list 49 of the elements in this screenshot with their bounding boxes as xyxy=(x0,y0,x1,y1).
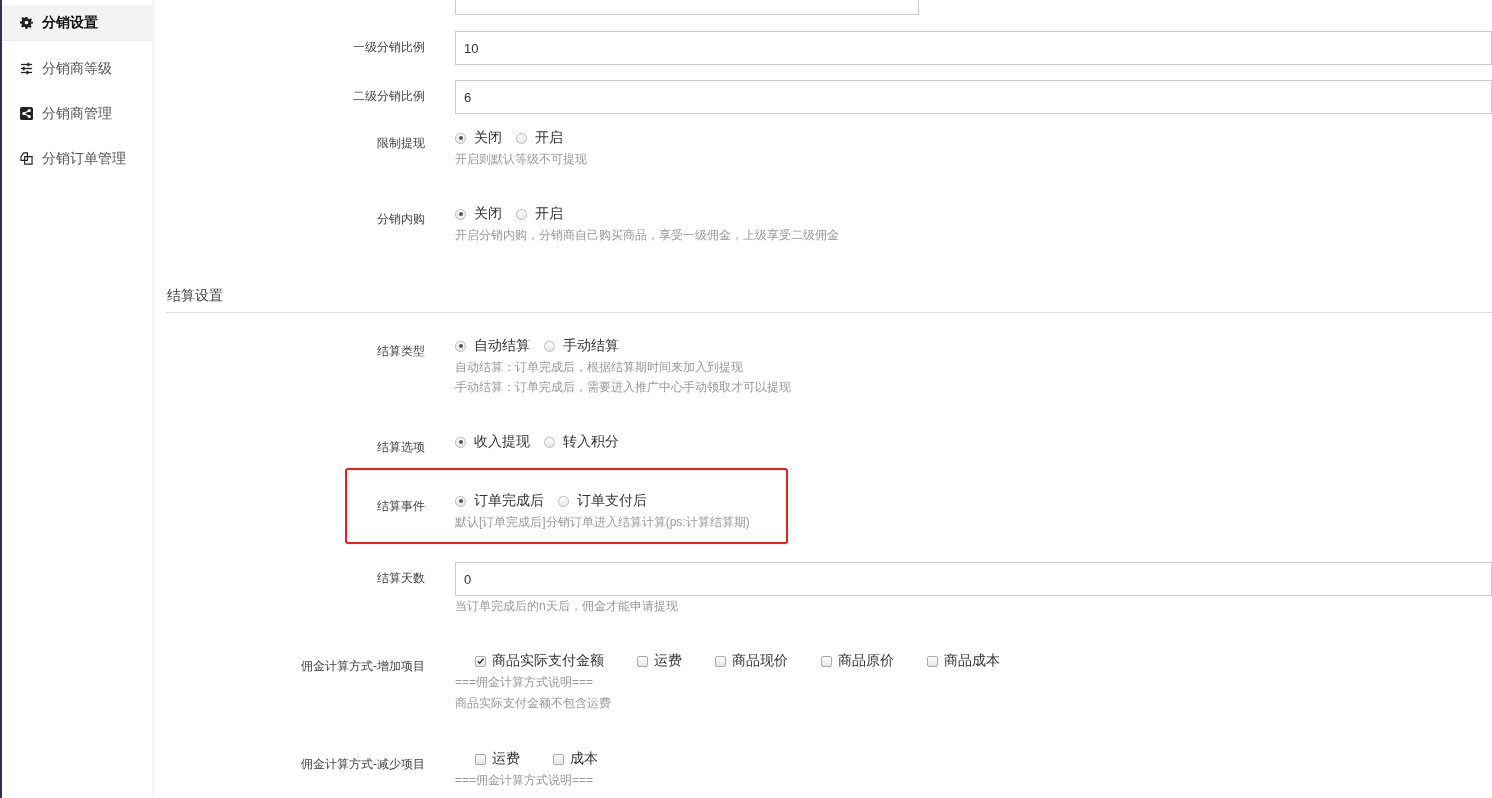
radio-option[interactable]: 订单支付后 xyxy=(558,492,647,510)
field-label: 结算天数 xyxy=(376,570,426,587)
sidebar-item[interactable]: 分销商管理 xyxy=(2,96,152,131)
help-text: 当订单完成后的n天后，佣金才能申请提现 xyxy=(455,598,679,615)
help-text: ===佣金计算方式说明=== xyxy=(455,674,595,691)
help-text: 开启则默认等级不可提现 xyxy=(455,151,588,168)
checkbox-option[interactable]: 运费 xyxy=(637,652,682,670)
field-label: 结算事件 xyxy=(376,498,426,515)
input-field[interactable]: 0 xyxy=(455,562,1492,596)
field-label: 分销内购 xyxy=(376,211,426,228)
check-icon xyxy=(476,656,485,666)
field-label: 二级分销比例 xyxy=(352,88,426,105)
share-icon xyxy=(20,107,33,120)
radio-option[interactable]: 转入积分 xyxy=(544,433,619,451)
checkbox-option[interactable]: 商品实际支付金额 xyxy=(475,652,604,670)
sidebar-item[interactable]: 分销商等级 xyxy=(2,51,152,86)
field-label: 佣金计算方式-减少项目 xyxy=(300,756,426,773)
help-text: 默认[订单完成后]分销订单进入结算计算(ps:计算结算期) xyxy=(455,514,751,531)
checkbox-option[interactable]: 商品成本 xyxy=(927,652,1000,670)
checkbox-option[interactable]: 商品现价 xyxy=(715,652,788,670)
sliders-icon xyxy=(20,62,33,75)
help-text: 手动结算：订单完成后，需要进入推广中心手动领取才可以提现 xyxy=(455,379,792,396)
radio-option[interactable]: 订单完成后 xyxy=(455,492,544,510)
radio-option[interactable]: 关闭 xyxy=(455,129,502,147)
field-label: 结算类型 xyxy=(376,343,426,360)
radio-option[interactable]: 关闭 xyxy=(455,205,502,223)
help-text: ===佣金计算方式说明=== xyxy=(455,772,595,789)
checkbox-option[interactable]: 运费 xyxy=(475,750,520,768)
input-field[interactable]: 10 xyxy=(455,31,1492,65)
gear-icon xyxy=(20,16,33,29)
field-label: 一级分销比例 xyxy=(352,39,426,56)
radio-option[interactable]: 开启 xyxy=(516,205,563,223)
sidebar-item[interactable]: 分销订单管理 xyxy=(2,141,152,176)
radio-option[interactable]: 开启 xyxy=(516,129,563,147)
input-field[interactable]: 6 xyxy=(455,80,1492,114)
field-label: 结算选项 xyxy=(376,439,426,456)
checkbox-option[interactable]: 商品原价 xyxy=(821,652,894,670)
field-label: 限制提现 xyxy=(376,135,426,152)
help-text: 商品实际支付金额不包含运费 xyxy=(455,695,612,712)
radio-option[interactable]: 自动结算 xyxy=(455,337,530,355)
sidebar-item[interactable]: 分销设置 xyxy=(2,5,152,41)
radio-option[interactable]: 手动结算 xyxy=(544,337,619,355)
help-text: 自动结算：订单完成后，根据结算期时间来加入到提现 xyxy=(455,359,744,376)
section-title: 结算设置 xyxy=(166,286,224,305)
checkbox-option[interactable]: 成本 xyxy=(553,750,598,768)
field-label: 佣金计算方式-增加项目 xyxy=(300,658,426,675)
radio-option[interactable]: 收入提现 xyxy=(455,433,530,451)
help-text: 开启分销内购，分销商自己购买商品，享受一级佣金，上级享受二级佣金 xyxy=(455,227,840,244)
copy-icon xyxy=(20,152,33,165)
